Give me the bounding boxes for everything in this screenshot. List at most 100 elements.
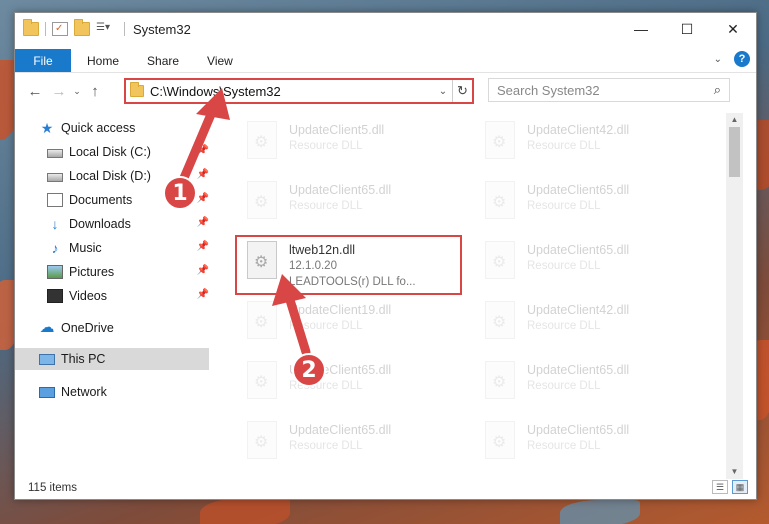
properties-icon[interactable]: ✓ [52,22,68,36]
folder-icon [130,82,144,97]
file-name: UpdateClient65.dll [527,363,630,377]
address-path[interactable]: C:\Windows\System32 [150,84,434,99]
dll-file-icon [247,361,277,399]
disk-icon [47,172,63,182]
file-item[interactable]: UpdateClient65.dll Resource DLL [475,175,700,231]
minimize-icon: — [634,21,648,37]
sidebar-item-local-disk-c[interactable]: Local Disk (C:) 📌 [47,141,213,163]
file-description: Resource DLL [289,200,363,212]
file-item[interactable]: UpdateClient42.dll Resource DLL [475,295,700,351]
file-name: UpdateClient65.dll [527,243,630,257]
file-item[interactable]: UpdateClient65.dll Resource DLL [475,355,700,411]
dll-file-icon [485,421,515,459]
file-item[interactable]: UpdateClient19.dll Resource DLL [237,295,462,351]
file-name: UpdateClient65.dll [289,423,392,437]
toolbar-divider [45,22,46,36]
search-input[interactable]: Search System32 ⌕ [488,78,730,102]
pin-icon: 📌 [196,169,209,180]
background-leaf [560,500,640,524]
sidebar-item-quick-access[interactable]: ★ Quick access [39,117,233,139]
forward-button[interactable]: → [47,83,71,100]
tab-share[interactable]: Share [133,49,193,72]
chevron-down-icon[interactable]: ⌄ [434,86,452,97]
file-item[interactable]: UpdateClient65.dll Resource DLL [237,175,462,231]
network-icon [39,386,55,398]
up-button[interactable]: ↑ [83,83,107,100]
tab-view[interactable]: View [193,49,247,72]
quick-access-toolbar: ✓ ☰▾ [15,19,125,36]
sidebar-item-downloads[interactable]: ↓ Downloads 📌 [47,213,213,235]
file-name: UpdateClient42.dll [527,123,630,137]
dll-file-icon [247,301,277,339]
maximize-icon: ☐ [680,20,694,37]
sidebar-item-pictures[interactable]: Pictures 📌 [47,261,213,283]
sidebar-item-label: Network [61,385,107,399]
search-icon: ⌕ [713,82,721,97]
pin-icon: 📌 [196,289,209,300]
file-item[interactable]: UpdateClient65.dll Resource DLL [237,355,462,411]
tab-home[interactable]: Home [73,49,133,72]
pin-icon: 📌 [196,265,209,276]
pictures-icon [47,265,63,279]
file-item[interactable]: UpdateClient65.dll Resource DLL [475,415,700,471]
close-button[interactable]: ✕ [710,13,756,45]
minimize-button[interactable]: — [618,13,664,45]
customize-toolbar-icon[interactable]: ☰▾ [96,22,118,36]
dll-file-icon [485,181,515,219]
file-description: Resource DLL [289,320,363,332]
file-item[interactable]: UpdateClient65.dll Resource DLL [237,415,462,471]
details-view-icon[interactable]: ☰ [712,480,728,494]
sidebar-item-this-pc[interactable]: This PC [15,348,209,370]
vertical-scrollbar[interactable]: ▲ ▼ [726,113,743,479]
tab-file[interactable]: File [15,49,71,72]
pin-icon: 📌 [196,193,209,204]
step-1-badge: 1 [163,176,197,210]
back-button[interactable]: ← [23,83,47,100]
tiles-view-icon[interactable]: ▦ [732,480,748,494]
download-icon: ↓ [51,216,59,232]
window-title: System32 [133,21,191,37]
address-row: ← → ⌄ ↑ C:\Windows\System32 ⌄ ↻ Search S… [15,77,756,105]
recent-locations-icon[interactable]: ⌄ [71,86,83,97]
file-item[interactable]: UpdateClient42.dll Resource DLL [475,115,700,171]
dll-file-icon [247,121,277,159]
documents-icon [47,193,63,207]
step-2-badge: 2 [292,353,326,387]
navigation-pane: ★ Quick access Local Disk (C:) 📌 Local D… [15,113,211,473]
dll-file-icon [247,421,277,459]
file-description: Resource DLL [527,440,601,452]
ribbon-tabs: File Home Share View ⌄ ? [15,49,756,73]
pin-icon: 📌 [196,241,209,252]
scroll-up-icon[interactable]: ▲ [726,113,743,127]
background-leaf [200,498,290,524]
sidebar-item-music[interactable]: ♪ Music 📌 [47,237,213,259]
pin-icon: 📌 [196,217,209,228]
explorer-window: ✓ ☰▾ System32 — ☐ ✕ File Home Share View… [14,12,757,500]
file-name: UpdateClient19.dll [289,303,392,317]
scrollbar-thumb[interactable] [729,127,740,177]
sidebar-item-network[interactable]: Network [39,381,233,403]
sidebar-item-label: Local Disk (D:) [69,169,151,183]
file-name: UpdateClient42.dll [527,303,630,317]
maximize-button[interactable]: ☐ [664,13,710,45]
sidebar-item-label: Quick access [61,121,136,135]
refresh-icon[interactable]: ↻ [452,80,472,102]
new-folder-icon[interactable] [74,19,90,36]
address-bar[interactable]: C:\Windows\System32 ⌄ ↻ [124,78,474,104]
file-name: UpdateClient65.dll [527,423,630,437]
star-icon: ★ [40,120,54,136]
sidebar-item-label: OneDrive [61,321,114,335]
file-item[interactable]: UpdateClient65.dll Resource DLL [475,235,700,291]
file-description: Resource DLL [527,380,601,392]
file-item[interactable]: UpdateClient5.dll Resource DLL [237,115,462,171]
help-icon[interactable]: ? [734,51,750,67]
view-switcher: ☰ ▦ [712,480,748,494]
search-placeholder: Search System32 [497,82,600,98]
ribbon-right-controls: ⌄ ? [714,51,750,67]
file-description: Resource DLL [289,440,363,452]
sidebar-item-label: Videos [69,289,107,303]
sidebar-item-videos[interactable]: Videos 📌 [47,285,213,307]
sidebar-item-onedrive[interactable]: ☁ OneDrive [39,317,233,339]
expand-ribbon-icon[interactable]: ⌄ [714,54,722,65]
disk-icon [47,148,63,158]
